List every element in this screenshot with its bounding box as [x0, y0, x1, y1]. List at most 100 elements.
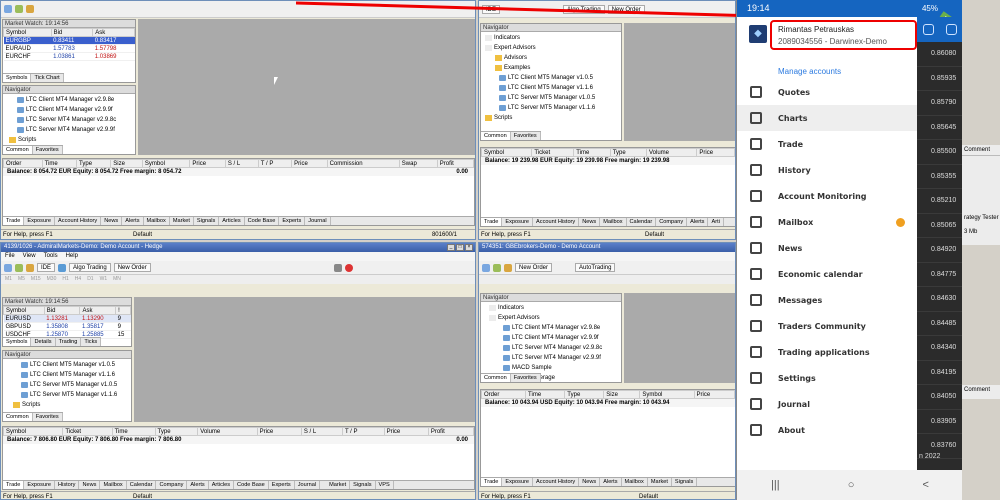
add-icon[interactable] — [946, 24, 957, 35]
tab-market[interactable]: Market — [170, 217, 194, 225]
col-time[interactable]: Time — [573, 148, 611, 157]
tab-signals[interactable]: Signals — [672, 478, 698, 486]
tab-signals[interactable]: Signals — [350, 481, 376, 489]
menu-item-charts[interactable]: Charts — [737, 105, 917, 131]
tab-news[interactable]: News — [101, 217, 123, 225]
list-item[interactable]: Expert Advisors — [489, 313, 621, 323]
menu-item-about[interactable]: About — [737, 417, 917, 443]
tab-alerts[interactable]: Alerts — [122, 217, 144, 225]
new-order-button[interactable]: New Order — [113, 263, 151, 272]
col-symbol[interactable]: Symbol — [481, 148, 533, 157]
col-price2[interactable]: Price — [291, 159, 328, 168]
list-item[interactable]: Scripts — [485, 113, 621, 123]
col-price2[interactable]: Price — [383, 427, 429, 436]
col-size[interactable]: Size — [110, 159, 143, 168]
new-chart-icon[interactable] — [482, 263, 490, 272]
tab-news[interactable]: News — [579, 478, 601, 486]
tf-m5[interactable]: M5 — [18, 275, 25, 284]
col-sl[interactable]: S / L — [224, 159, 259, 168]
tf-m15[interactable]: M15 — [31, 275, 41, 284]
tab-common[interactable]: Common — [481, 374, 511, 382]
maximize-button[interactable]: □ — [456, 244, 464, 251]
col-volume[interactable]: Volume — [645, 148, 698, 157]
tab-common[interactable]: Common — [3, 413, 33, 421]
tab-common[interactable]: Common — [3, 146, 33, 154]
tab-favorites[interactable]: Favorites — [511, 374, 541, 382]
col-price[interactable]: Price — [693, 390, 735, 399]
market-watch-icon[interactable] — [504, 263, 512, 272]
list-item[interactable]: Indicators — [489, 303, 621, 313]
tab-trade[interactable]: Trade — [481, 478, 503, 486]
tab-alerts[interactable]: Alerts — [687, 218, 709, 226]
list-item[interactable]: LTC Server MT5 Manager v1.1.6 — [21, 390, 131, 400]
clock-icon[interactable] — [923, 24, 934, 35]
tab-calendar[interactable]: Calendar — [627, 218, 657, 226]
menu-item-economic-calendar[interactable]: Economic calendar — [737, 261, 917, 287]
chart-area[interactable] — [134, 297, 475, 422]
home-button[interactable]: ○ — [848, 479, 855, 491]
col-ticket[interactable]: Ticket — [62, 427, 113, 436]
col-price[interactable]: Price — [256, 427, 302, 436]
col-profit[interactable]: Profit — [427, 427, 474, 436]
tf-h1[interactable]: H1 — [62, 275, 68, 284]
col-profit[interactable]: Profit — [436, 159, 474, 168]
list-item[interactable]: MACD Sample — [503, 363, 621, 373]
col-tp[interactable]: T / P — [257, 159, 293, 168]
strategy-tester-tab[interactable]: rategy Tester — [964, 215, 999, 221]
cursor-icon[interactable] — [4, 5, 12, 13]
tab-alerts[interactable]: Alerts — [187, 481, 209, 489]
new-chart-icon[interactable] — [4, 263, 12, 272]
close-button[interactable]: × — [465, 244, 473, 251]
menu-item-settings[interactable]: Settings — [737, 365, 917, 391]
tab-details[interactable]: Details — [31, 338, 56, 346]
menu-file[interactable]: File — [5, 252, 15, 261]
col-symbol[interactable]: Symbol — [141, 159, 191, 168]
col-type[interactable]: Type — [154, 427, 199, 436]
ide-button[interactable]: IDE — [482, 4, 501, 14]
tab-company[interactable]: Company — [656, 218, 688, 226]
table-row[interactable]: EURUSD 1.13281 1.13290 9 — [3, 314, 131, 323]
tab-account-history[interactable]: Account History — [533, 478, 580, 486]
tab-mailbox[interactable]: Mailbox — [100, 481, 127, 489]
tab-signals[interactable]: Signals — [194, 217, 220, 225]
tab-journal[interactable]: Journal — [305, 217, 331, 225]
table-row[interactable]: EURGBP 0.83411 0.83417 — [3, 36, 135, 45]
tf-m1[interactable]: M1 — [5, 275, 12, 284]
tab-history[interactable]: History — [55, 481, 80, 489]
algo-trading-button[interactable]: Algo Trading — [563, 4, 605, 14]
tab-mailbox[interactable]: Mailbox — [622, 478, 648, 486]
tools-icon[interactable] — [26, 5, 34, 13]
col-type[interactable]: Type — [609, 148, 648, 157]
col-type[interactable]: Type — [76, 159, 112, 168]
tf-w1[interactable]: W1 — [100, 275, 108, 284]
col-bid[interactable]: Bid — [50, 28, 94, 37]
tab-common[interactable]: Common — [481, 132, 511, 140]
profiles-icon[interactable] — [15, 263, 23, 272]
col-order[interactable]: Order — [3, 159, 43, 168]
col-price[interactable]: Price — [189, 159, 226, 168]
tab-code-base[interactable]: Code Base — [245, 217, 280, 225]
new-order-button[interactable]: New Order — [607, 4, 645, 14]
tab-code-base[interactable]: Code Base — [234, 481, 269, 489]
tab-mailbox[interactable]: Mailbox — [600, 218, 627, 226]
menu-item-journal[interactable]: Journal — [737, 391, 917, 417]
line-icon[interactable] — [15, 5, 23, 13]
col-spread[interactable]: ! — [115, 306, 131, 315]
tab-experts[interactable]: Experts — [279, 217, 306, 225]
list-item[interactable]: Scripts — [13, 400, 131, 410]
tab-exposure[interactable]: Exposure — [24, 217, 56, 225]
tab-experts[interactable]: Experts — [269, 481, 295, 489]
list-item[interactable]: LTC Client MT5 Manager v1.1.6 — [499, 83, 621, 93]
list-item[interactable]: LTC Client MT4 Manager v2.9.8e — [503, 323, 621, 333]
list-item[interactable]: Scripts — [9, 135, 135, 145]
col-symbol[interactable]: Symbol — [639, 390, 695, 399]
list-item[interactable]: LTC Client MT5 Manager v1.0.5 — [21, 360, 131, 370]
col-sl[interactable]: S / L — [300, 427, 343, 436]
menu-item-traders-community[interactable]: Traders Community — [737, 313, 917, 339]
recent-apps-button[interactable]: ||| — [771, 479, 780, 491]
tab-favorites[interactable]: Favorites — [33, 146, 63, 154]
menu-item-history[interactable]: History — [737, 157, 917, 183]
back-button[interactable]: < — [923, 479, 929, 491]
tab-account-history[interactable]: Account History — [533, 218, 580, 226]
tf-d1[interactable]: D1 — [87, 275, 93, 284]
